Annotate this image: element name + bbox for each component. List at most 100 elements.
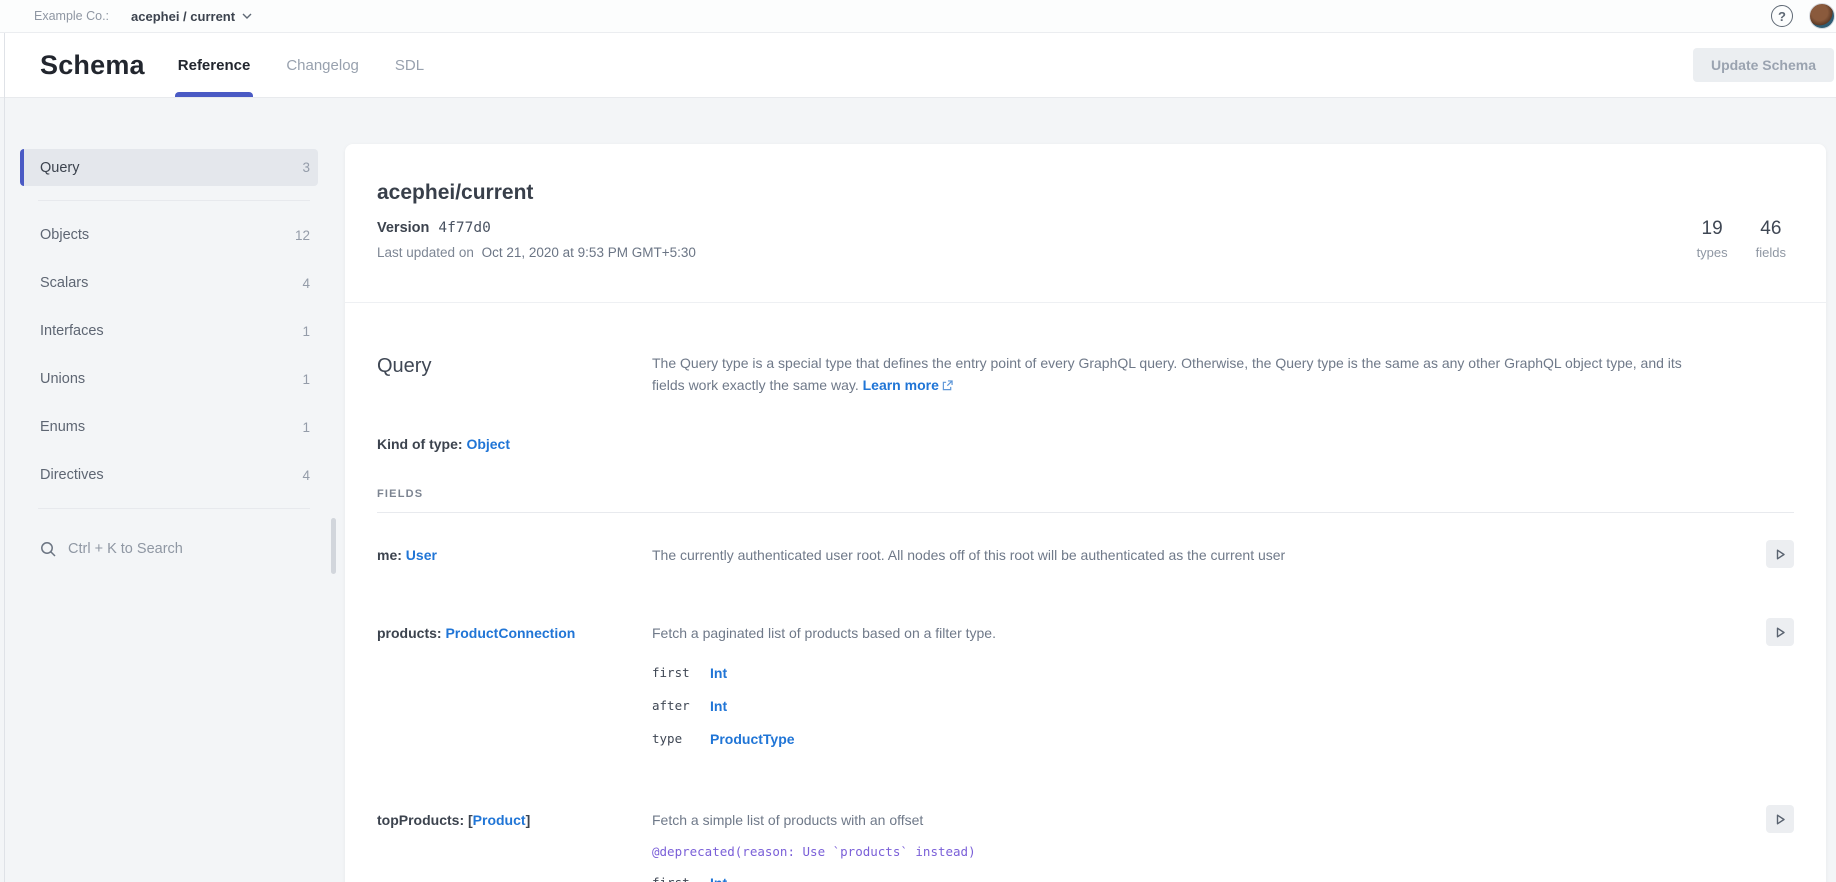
arg-type-link[interactable]: Int	[710, 875, 1766, 882]
external-link-icon	[942, 380, 953, 391]
arg-name: type	[652, 731, 710, 746]
scrollbar-thumb[interactable]	[331, 518, 336, 574]
stat-types: 19 types	[1697, 218, 1728, 260]
sidebar-item-count: 1	[302, 420, 310, 435]
last-updated-row: Last updated on Oct 21, 2020 at 9:53 PM …	[377, 245, 696, 260]
kind-label: Kind of type:	[377, 436, 463, 452]
field-name-text: products:	[377, 625, 442, 641]
sidebar-item-label: Interfaces	[40, 323, 104, 339]
run-field-button[interactable]	[1766, 805, 1794, 833]
sidebar-item-label: Directives	[40, 467, 104, 483]
learn-more-link[interactable]: Learn more	[863, 377, 953, 393]
run-field-button[interactable]	[1766, 618, 1794, 646]
sidebar-item-directives[interactable]: Directives 4	[20, 451, 318, 499]
kind-value-link[interactable]: Object	[466, 436, 510, 452]
field-row-products: products: ProductConnection Fetch a pagi…	[377, 623, 1794, 755]
fields-divider	[377, 512, 1794, 513]
section-title: Query	[377, 353, 652, 396]
graph-selector-label: acephei / current	[131, 9, 235, 24]
graph-meta: acephei/current Version 4f77d0 Last upda…	[377, 180, 696, 260]
deprecated-annotation: @deprecated(reason: Use `products` inste…	[652, 842, 1766, 862]
sidebar-divider	[38, 508, 310, 509]
sidebar-item-count: 4	[302, 468, 310, 483]
sidebar-item-scalars[interactable]: Scalars 4	[20, 259, 318, 307]
sidebar-divider	[38, 200, 310, 201]
section-description-text: The Query type is a special type that de…	[652, 355, 1682, 393]
sidebar-item-label: Objects	[40, 227, 89, 243]
field-args: first Int	[652, 866, 1766, 882]
sidebar-item-label: Query	[40, 160, 80, 176]
field-type-link[interactable]: Product	[473, 812, 526, 828]
sidebar-item-label: Unions	[40, 371, 85, 387]
tab-bar: Reference Changelog SDL	[178, 33, 460, 97]
field-name-text: me:	[377, 547, 402, 563]
arg-name: after	[652, 698, 710, 713]
sidebar-item-count: 12	[295, 228, 310, 243]
field-name: products: ProductConnection	[377, 623, 652, 755]
query-section: Query The Query type is a special type t…	[345, 303, 1826, 882]
field-args: first Int after Int type ProductType	[652, 656, 1766, 755]
kind-of-type-row: Kind of type: Object	[377, 436, 1794, 452]
type-sidebar: Query 3 Objects 12 Scalars 4 Interfaces …	[20, 144, 318, 573]
version-value: 4f77d0	[438, 220, 490, 236]
chevron-down-icon	[242, 13, 252, 19]
last-updated-prefix: Last updated on	[377, 245, 474, 260]
last-updated-date: Oct 21, 2020 at 9:53 PM GMT+5:30	[482, 245, 696, 260]
stat-value: 46	[1760, 218, 1781, 240]
arg-row: type ProductType	[652, 722, 1766, 755]
field-detail: Fetch a paginated list of products based…	[652, 623, 1766, 755]
arg-type-link[interactable]: ProductType	[710, 731, 1766, 747]
tab-sdl[interactable]: SDL	[395, 33, 424, 97]
play-icon	[1774, 626, 1787, 639]
run-field-button[interactable]	[1766, 540, 1794, 568]
search-trigger[interactable]: Ctrl + K to Search	[20, 525, 318, 573]
arg-name: first	[652, 665, 710, 680]
avatar[interactable]	[1809, 3, 1835, 29]
sidebar-list: Objects 12 Scalars 4 Interfaces 1 Unions…	[20, 211, 318, 499]
play-icon	[1774, 813, 1787, 826]
field-name: topProducts: [Product]	[377, 810, 652, 882]
page-header: Schema Reference Changelog SDL Update Sc…	[0, 33, 1836, 98]
stat-label: types	[1697, 245, 1728, 260]
sidebar-item-enums[interactable]: Enums 1	[20, 403, 318, 451]
schema-card: acephei/current Version 4f77d0 Last upda…	[345, 144, 1826, 882]
field-description: The currently authenticated user root. A…	[652, 545, 1766, 565]
sidebar-item-objects[interactable]: Objects 12	[20, 211, 318, 259]
field-type-suffix: ]	[526, 812, 531, 828]
field-detail: Fetch a simple list of products with an …	[652, 810, 1766, 882]
fields-heading: FIELDS	[377, 488, 1794, 500]
field-type-link[interactable]: User	[406, 547, 437, 563]
help-icon[interactable]: ?	[1771, 5, 1793, 27]
field-row-topproducts: topProducts: [Product] Fetch a simple li…	[377, 810, 1794, 882]
field-detail: The currently authenticated user root. A…	[652, 545, 1766, 568]
top-bar: Example Co.: acephei / current ?	[0, 0, 1836, 33]
field-row-me: me: User The currently authenticated use…	[377, 545, 1794, 568]
sidebar-item-interfaces[interactable]: Interfaces 1	[20, 307, 318, 355]
graph-selector[interactable]: acephei / current	[131, 9, 252, 24]
field-type-link[interactable]: ProductConnection	[445, 625, 575, 641]
arg-type-link[interactable]: Int	[710, 665, 1766, 681]
sidebar-item-count: 1	[302, 324, 310, 339]
stat-value: 19	[1702, 218, 1723, 240]
sidebar-item-query[interactable]: Query 3	[20, 149, 318, 186]
version-row: Version 4f77d0	[377, 220, 696, 236]
arg-row: after Int	[652, 689, 1766, 722]
play-icon	[1774, 548, 1787, 561]
arg-name: first	[652, 875, 710, 882]
tab-changelog[interactable]: Changelog	[286, 33, 359, 97]
tab-reference[interactable]: Reference	[178, 33, 251, 97]
sidebar-item-count: 4	[302, 276, 310, 291]
search-icon	[40, 541, 57, 558]
field-description: Fetch a simple list of products with an …	[652, 810, 1766, 830]
page-title: Schema	[40, 50, 145, 81]
update-schema-button[interactable]: Update Schema	[1693, 48, 1834, 82]
sidebar-item-label: Scalars	[40, 275, 88, 291]
sidebar-item-count: 3	[302, 160, 310, 175]
schema-stats: 19 types 46 fields	[1697, 218, 1786, 260]
learn-more-label: Learn more	[863, 377, 939, 393]
arg-type-link[interactable]: Int	[710, 698, 1766, 714]
version-label: Version	[377, 220, 429, 236]
search-hint: Ctrl + K to Search	[68, 541, 183, 557]
sidebar-item-unions[interactable]: Unions 1	[20, 355, 318, 403]
section-header-row: Query The Query type is a special type t…	[377, 353, 1794, 396]
